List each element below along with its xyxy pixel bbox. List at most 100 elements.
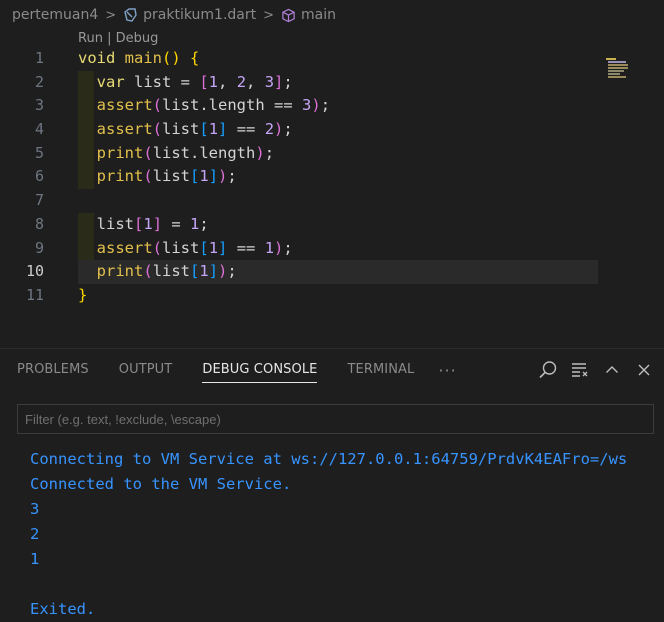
console-line: Exited. bbox=[30, 600, 96, 618]
code-token: [ bbox=[190, 167, 200, 186]
line-number: 6 bbox=[34, 167, 44, 186]
tab-output[interactable]: OUTPUT bbox=[119, 349, 173, 391]
code-line[interactable]: } bbox=[78, 284, 598, 308]
breadcrumb-symbol[interactable]: main bbox=[281, 7, 336, 23]
codelens-run[interactable]: Run bbox=[78, 31, 103, 46]
code-token: ( bbox=[152, 96, 163, 115]
code-token: 2 bbox=[236, 72, 247, 91]
code-token: list = bbox=[124, 72, 200, 91]
line-number: 10 bbox=[25, 262, 44, 281]
code-token: [ bbox=[134, 214, 144, 233]
code-token: list.length bbox=[152, 143, 256, 162]
breadcrumb-folder[interactable]: pertemuan4 bbox=[12, 7, 98, 23]
code-token: [ bbox=[190, 262, 200, 281]
code-line[interactable]: assert(list.length == 3); bbox=[78, 94, 598, 118]
code-token: ) bbox=[311, 96, 321, 115]
code-token: ; bbox=[264, 143, 275, 162]
code-token: [ bbox=[199, 72, 209, 91]
code-token: assert bbox=[96, 96, 153, 115]
code-line[interactable]: print(list[1]); bbox=[78, 165, 598, 189]
code-token: ] bbox=[218, 238, 228, 257]
code-token: ] bbox=[218, 120, 228, 139]
code-token: [ bbox=[199, 238, 209, 257]
bottom-panel: PROBLEMS OUTPUT DEBUG CONSOLE TERMINAL ·… bbox=[0, 348, 664, 622]
code-token: ; bbox=[320, 96, 331, 115]
filter-input-box bbox=[17, 404, 654, 434]
code-token: ; bbox=[283, 120, 293, 139]
code-token: print bbox=[96, 167, 144, 186]
code-token: } bbox=[78, 285, 88, 304]
code-token: ) bbox=[255, 143, 265, 162]
code-token: , bbox=[218, 72, 237, 91]
code-token: ; bbox=[199, 214, 209, 233]
line-number: 5 bbox=[34, 143, 44, 162]
code-line[interactable] bbox=[78, 189, 598, 213]
code-lines[interactable]: void main() { var list = [1, 2, 3]; asse… bbox=[78, 47, 598, 308]
code-token: ] bbox=[274, 72, 284, 91]
code-token: void bbox=[78, 49, 116, 67]
breadcrumb-file[interactable]: praktikum1.dart bbox=[123, 7, 256, 23]
more-actions-icon[interactable]: ··· bbox=[438, 361, 456, 380]
dart-file-icon bbox=[123, 8, 137, 22]
console-line: 1 bbox=[30, 550, 40, 568]
codelens: Run | Debug bbox=[78, 31, 158, 46]
code-line[interactable]: var list = [1, 2, 3]; bbox=[78, 71, 598, 95]
code-token: ) bbox=[274, 238, 284, 257]
debug-console-output: Connecting to VM Service at ws://127.0.0… bbox=[30, 447, 660, 622]
code-token: main bbox=[124, 49, 162, 67]
code-token: = bbox=[162, 214, 191, 233]
line-number: 9 bbox=[34, 238, 44, 257]
console-line: 3 bbox=[30, 500, 40, 518]
code-token: list bbox=[152, 262, 191, 281]
code-token: ( bbox=[143, 143, 153, 162]
line-number: 3 bbox=[34, 96, 44, 115]
code-line[interactable]: list[1] = 1; bbox=[78, 213, 598, 237]
code-token: list bbox=[96, 214, 134, 233]
maximize-panel-icon[interactable] bbox=[596, 359, 628, 381]
codelens-separator: | bbox=[102, 31, 116, 46]
code-token: 1 bbox=[208, 238, 219, 257]
search-icon[interactable] bbox=[532, 359, 564, 381]
code-token: 1 bbox=[208, 120, 219, 139]
code-line[interactable]: assert(list[1] == 1); bbox=[78, 237, 598, 261]
line-number: 1 bbox=[34, 49, 44, 67]
tab-terminal[interactable]: TERMINAL bbox=[347, 349, 414, 391]
code-token: , bbox=[246, 72, 265, 91]
code-line[interactable]: void main() { bbox=[78, 47, 598, 71]
code-line[interactable]: print(list.length); bbox=[78, 142, 598, 166]
code-token: ] bbox=[208, 262, 219, 281]
code-token: list bbox=[152, 167, 191, 186]
filter-input[interactable] bbox=[18, 405, 653, 433]
code-editor[interactable]: Run | Debug 1 2 3 4 5 6 7 8 9 10 11 void main() { … bbox=[0, 30, 664, 348]
code-token: var bbox=[96, 72, 125, 91]
chevron-right-icon: > bbox=[105, 7, 117, 23]
code-token: ; bbox=[227, 262, 237, 281]
tab-debug-console[interactable]: DEBUG CONSOLE bbox=[202, 349, 318, 391]
word-wrap-icon[interactable] bbox=[564, 359, 596, 381]
line-number: 4 bbox=[34, 120, 44, 139]
line-number: 2 bbox=[34, 72, 44, 91]
code-token: print bbox=[96, 262, 144, 281]
code-token: 1 bbox=[143, 214, 153, 233]
tab-problems[interactable]: PROBLEMS bbox=[17, 349, 89, 391]
code-token: print bbox=[96, 143, 144, 162]
code-token: ( bbox=[143, 167, 153, 186]
code-token: assert bbox=[96, 238, 153, 257]
code-token: ( bbox=[152, 120, 163, 139]
minimap[interactable] bbox=[604, 58, 632, 80]
close-icon[interactable] bbox=[628, 359, 660, 381]
code-token: ; bbox=[283, 238, 293, 257]
code-token: 1 bbox=[208, 72, 219, 91]
chevron-right-icon: > bbox=[263, 7, 275, 23]
code-line[interactable]: assert(list[1] == 2); bbox=[78, 118, 598, 142]
codelens-debug[interactable]: Debug bbox=[116, 31, 159, 46]
code-line[interactable]: print(list[1]); bbox=[78, 260, 598, 284]
